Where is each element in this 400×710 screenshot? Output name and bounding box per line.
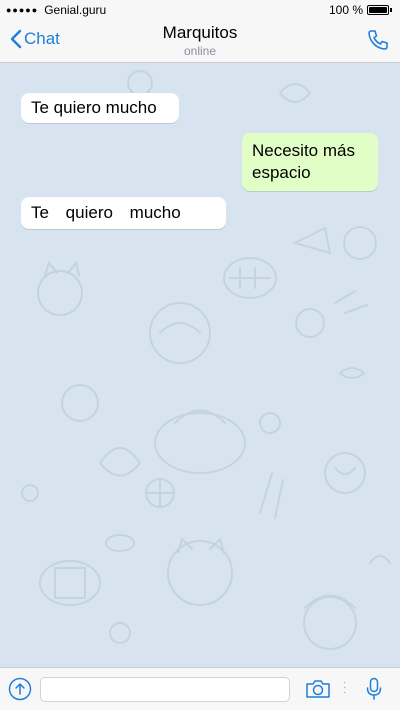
message-input-bar: · · ·: [0, 667, 400, 710]
navigation-bar: Chat Marquitos online: [0, 20, 400, 63]
chat-header[interactable]: Marquitos online: [0, 23, 400, 58]
status-bar: ●●●●● Genial.guru 100 %: [0, 0, 400, 20]
contact-status: online: [183, 44, 217, 58]
attach-button[interactable]: [8, 677, 32, 706]
battery-status: 100 %: [329, 3, 392, 17]
message-input[interactable]: [40, 677, 290, 702]
call-button[interactable]: [366, 28, 390, 57]
message-bubble-incoming[interactable]: Te quiero mucho: [21, 93, 179, 123]
voice-record-button[interactable]: [366, 677, 382, 706]
chat-area[interactable]: Te quiero mucho Necesito más espacio Te …: [0, 63, 400, 667]
battery-icon: [367, 5, 389, 15]
battery-tip: [390, 8, 392, 12]
phone-icon: [368, 30, 388, 50]
signal-strength-icon: ●●●●●: [6, 5, 39, 15]
microphone-icon: [366, 677, 382, 700]
battery-percentage: 100 %: [328, 3, 363, 17]
carrier-name: Genial.guru: [44, 3, 107, 17]
arrow-up-icon: [8, 677, 32, 701]
carrier-info: ●●●●● Genial.guru: [6, 3, 106, 17]
camera-button[interactable]: [305, 679, 331, 704]
more-options-icon[interactable]: · · ·: [343, 678, 346, 698]
camera-icon: [306, 680, 330, 698]
message-bubble-incoming[interactable]: Te quiero mucho: [21, 197, 226, 229]
contact-name: Marquitos: [162, 23, 238, 42]
message-bubble-outgoing[interactable]: Necesito más espacio: [242, 133, 378, 191]
